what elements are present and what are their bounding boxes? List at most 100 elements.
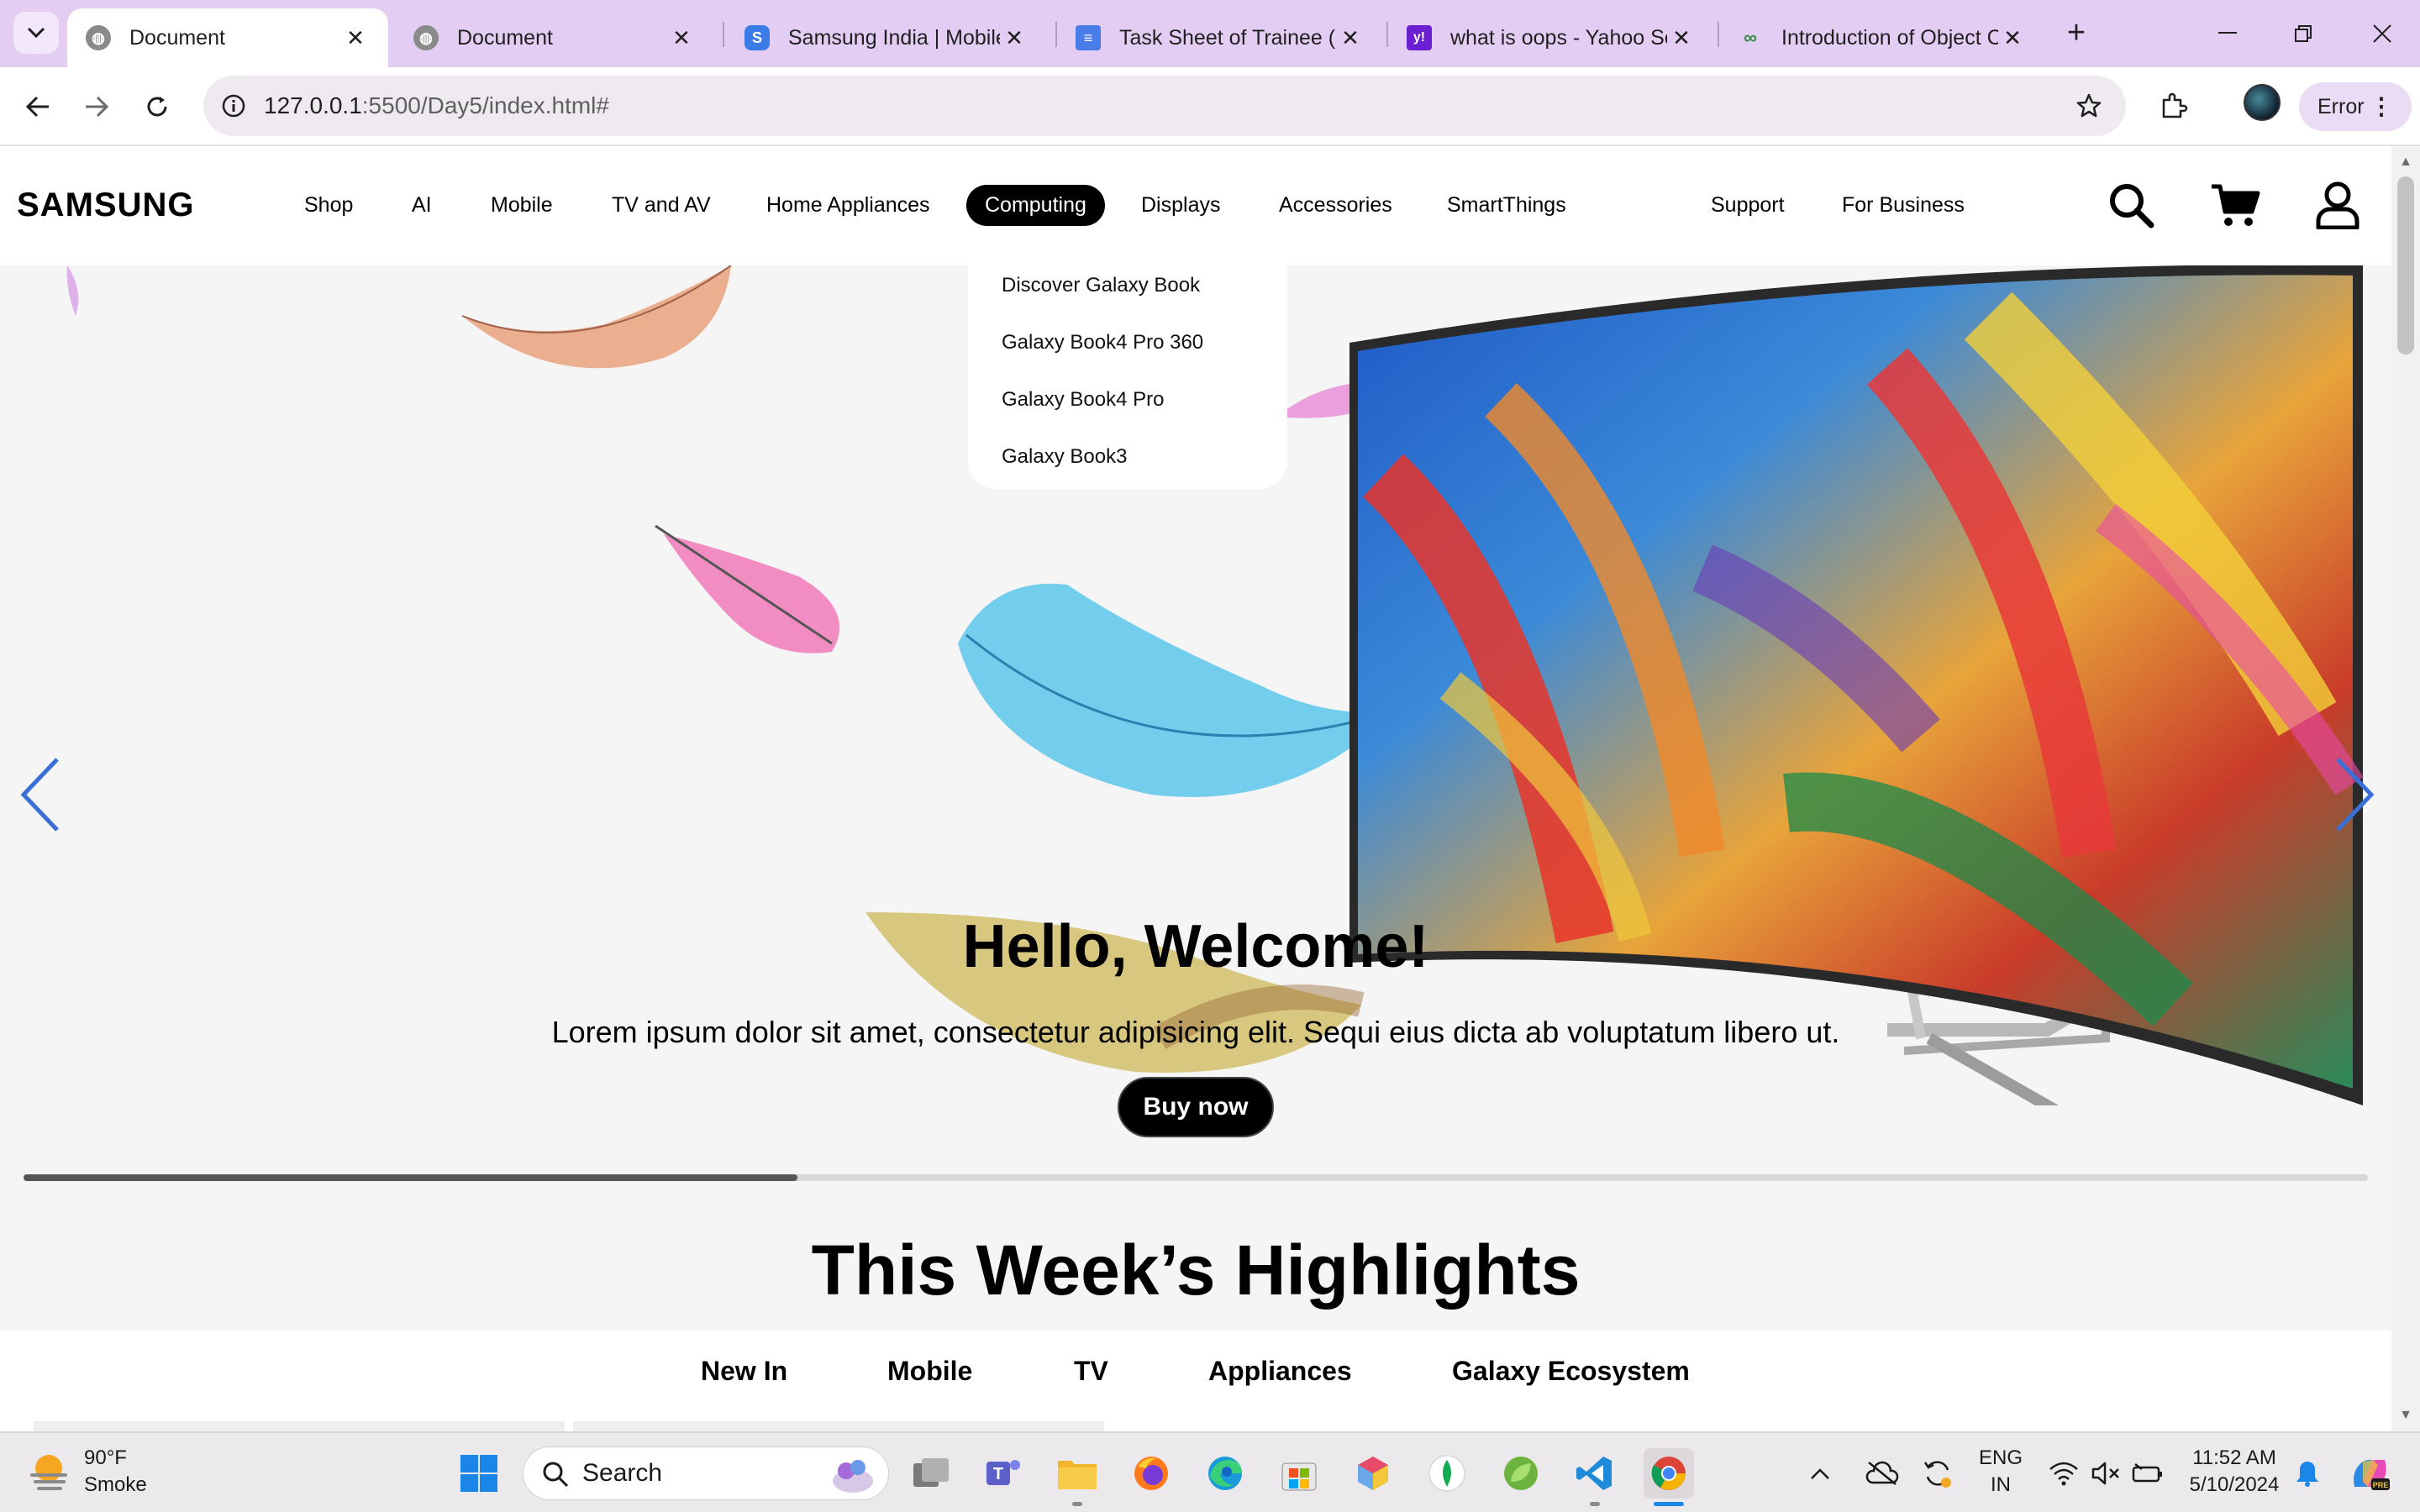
carousel-prev-arrow[interactable]: [17, 753, 67, 837]
highlights-tab-tv[interactable]: TV: [1074, 1356, 1108, 1387]
scrollbar-thumb[interactable]: [2397, 176, 2414, 354]
new-tab-button[interactable]: +: [2057, 13, 2096, 52]
browser-tab-4[interactable]: ≡ Task Sheet of Trainee (H ✕: [1057, 8, 1383, 67]
onedrive-button[interactable]: [1864, 1448, 1901, 1499]
dropdown-item-galaxy-book4-pro-360[interactable]: Galaxy Book4 Pro 360: [1002, 331, 1203, 354]
sync-button[interactable]: [1919, 1448, 1956, 1499]
url-text[interactable]: 127.0.0.1:5500/Day5/index.html#: [264, 92, 609, 119]
browser-tab-1[interactable]: ◍ Document ✕: [67, 8, 388, 67]
search-icon: [2110, 184, 2154, 228]
nav-smartthings[interactable]: SmartThings: [1447, 193, 1566, 218]
minimize-icon: [2218, 32, 2237, 34]
arrow-left-icon: [25, 96, 49, 118]
task-view-button[interactable]: [906, 1448, 956, 1499]
running-indicator: [1590, 1502, 1600, 1506]
page-scrollbar[interactable]: ▲ ▼: [2391, 146, 2420, 1431]
dropdown-item-galaxy-book3[interactable]: Galaxy Book3: [1002, 445, 1127, 469]
close-tab-icon[interactable]: ✕: [1000, 24, 1028, 52]
address-bar[interactable]: 127.0.0.1:5500/Day5/index.html#: [203, 76, 2126, 136]
mongodb-compass-button[interactable]: [1422, 1448, 1472, 1499]
more-vert-icon: ⋮: [2370, 93, 2393, 119]
computing-dropdown-menu: Discover Galaxy Book Galaxy Book4 Pro 36…: [968, 265, 1287, 489]
hero-title: Hello, Welcome!: [962, 913, 1429, 980]
running-indicator: [1072, 1502, 1082, 1506]
close-tab-icon[interactable]: ✕: [1336, 24, 1365, 52]
highlight-card[interactable]: [34, 1421, 565, 1431]
nav-shop[interactable]: Shop: [304, 193, 353, 218]
highlights-tab-galaxy-ecosystem[interactable]: Galaxy Ecosystem: [1452, 1356, 1690, 1387]
wifi-button[interactable]: [2045, 1448, 2082, 1499]
notifications-button[interactable]: [2289, 1448, 2326, 1499]
scroll-up-arrow-icon[interactable]: ▲: [2391, 150, 2420, 175]
restore-icon: [2295, 25, 2312, 42]
clock[interactable]: 11:52 AM 5/10/2024: [2181, 1445, 2287, 1499]
cart-button[interactable]: [2208, 178, 2262, 232]
minimize-button[interactable]: [2190, 8, 2265, 59]
highlights-tab-new-in[interactable]: New In: [701, 1356, 787, 1387]
browser-tab-2[interactable]: ◍ Document ✕: [395, 8, 714, 67]
scroll-down-arrow-icon[interactable]: ▼: [2391, 1403, 2420, 1428]
copilot-button[interactable]: PRE: [2344, 1448, 2395, 1499]
nav-accessories[interactable]: Accessories: [1279, 193, 1392, 218]
search-button[interactable]: [2104, 178, 2158, 232]
nav-support[interactable]: Support: [1711, 193, 1785, 218]
nav-for-business[interactable]: For Business: [1842, 193, 1965, 218]
highlights-title: This Week’s Highlights: [811, 1231, 1581, 1310]
site-info-icon[interactable]: [215, 87, 252, 124]
teams-button[interactable]: T: [978, 1448, 1028, 1499]
browser-tab-3[interactable]: S Samsung India | Mobile ✕: [726, 8, 1047, 67]
nav-home-appliances[interactable]: Home Appliances: [766, 193, 930, 218]
chrome-button[interactable]: [1644, 1448, 1694, 1499]
close-tab-icon[interactable]: ✕: [341, 24, 370, 52]
volume-button[interactable]: [2087, 1448, 2124, 1499]
file-explorer-button[interactable]: [1052, 1448, 1102, 1499]
region-code: IN: [1991, 1473, 2011, 1496]
nav-tv-and-av[interactable]: TV and AV: [612, 193, 711, 218]
puzzle-icon: [2162, 92, 2188, 118]
account-button[interactable]: [2311, 178, 2365, 232]
nav-computing[interactable]: Computing: [966, 185, 1105, 226]
taskbar-search-box[interactable]: Search: [523, 1446, 889, 1500]
show-hidden-icons-button[interactable]: [1805, 1448, 1835, 1499]
language-indicator[interactable]: ENG IN: [1975, 1445, 2027, 1499]
browser-tab-5[interactable]: y! what is oops - Yahoo Se ✕: [1388, 8, 1714, 67]
dropdown-item-discover-galaxy-book[interactable]: Discover Galaxy Book: [1002, 274, 1200, 297]
buy-now-button[interactable]: Buy now: [1118, 1077, 1274, 1137]
reload-button[interactable]: [136, 86, 178, 128]
tab-search-button[interactable]: [13, 12, 59, 54]
close-tab-icon[interactable]: ✕: [667, 24, 696, 52]
close-window-button[interactable]: [2344, 8, 2420, 59]
highlights-tab-appliances[interactable]: Appliances: [1208, 1356, 1352, 1387]
nav-displays[interactable]: Displays: [1141, 193, 1220, 218]
highlights-tab-mobile[interactable]: Mobile: [887, 1356, 972, 1387]
spring-tool-button[interactable]: [1496, 1448, 1546, 1499]
battery-button[interactable]: [2129, 1448, 2166, 1499]
nav-mobile[interactable]: Mobile: [491, 193, 553, 218]
edge-button[interactable]: [1200, 1448, 1250, 1499]
close-tab-icon[interactable]: ✕: [1667, 24, 1696, 52]
samsung-logo[interactable]: SAMSUNG: [17, 186, 194, 224]
close-tab-icon[interactable]: ✕: [1998, 24, 2027, 52]
microsoft-store-button[interactable]: [1274, 1448, 1324, 1499]
profile-error-button[interactable]: Error ⋮: [2299, 82, 2412, 131]
tab-title: Document: [129, 25, 225, 50]
forward-button[interactable]: [76, 86, 118, 128]
sync-icon: [1923, 1461, 1951, 1488]
firefox-button[interactable]: [1126, 1448, 1176, 1499]
back-button[interactable]: [17, 86, 59, 128]
profile-avatar[interactable]: [2244, 84, 2281, 121]
volume-muted-icon: [2091, 1462, 2119, 1485]
extensions-button[interactable]: [2153, 86, 2195, 128]
bookmark-button[interactable]: [2070, 87, 2107, 124]
restore-button[interactable]: [2265, 8, 2341, 59]
nav-ai[interactable]: AI: [412, 193, 432, 218]
highlight-card[interactable]: [573, 1421, 1104, 1431]
weather-widget[interactable]: 90°F Smoke: [25, 1445, 147, 1499]
dropdown-item-galaxy-book4-pro[interactable]: Galaxy Book4 Pro: [1002, 388, 1164, 412]
carousel-next-arrow[interactable]: [2328, 753, 2378, 837]
app-cube-button[interactable]: [1348, 1448, 1398, 1499]
vscode-button[interactable]: [1570, 1448, 1620, 1499]
start-button[interactable]: [454, 1448, 504, 1499]
active-app-indicator: [1654, 1502, 1684, 1506]
browser-tab-6[interactable]: ∞ Introduction of Object C ✕: [1719, 8, 2045, 67]
